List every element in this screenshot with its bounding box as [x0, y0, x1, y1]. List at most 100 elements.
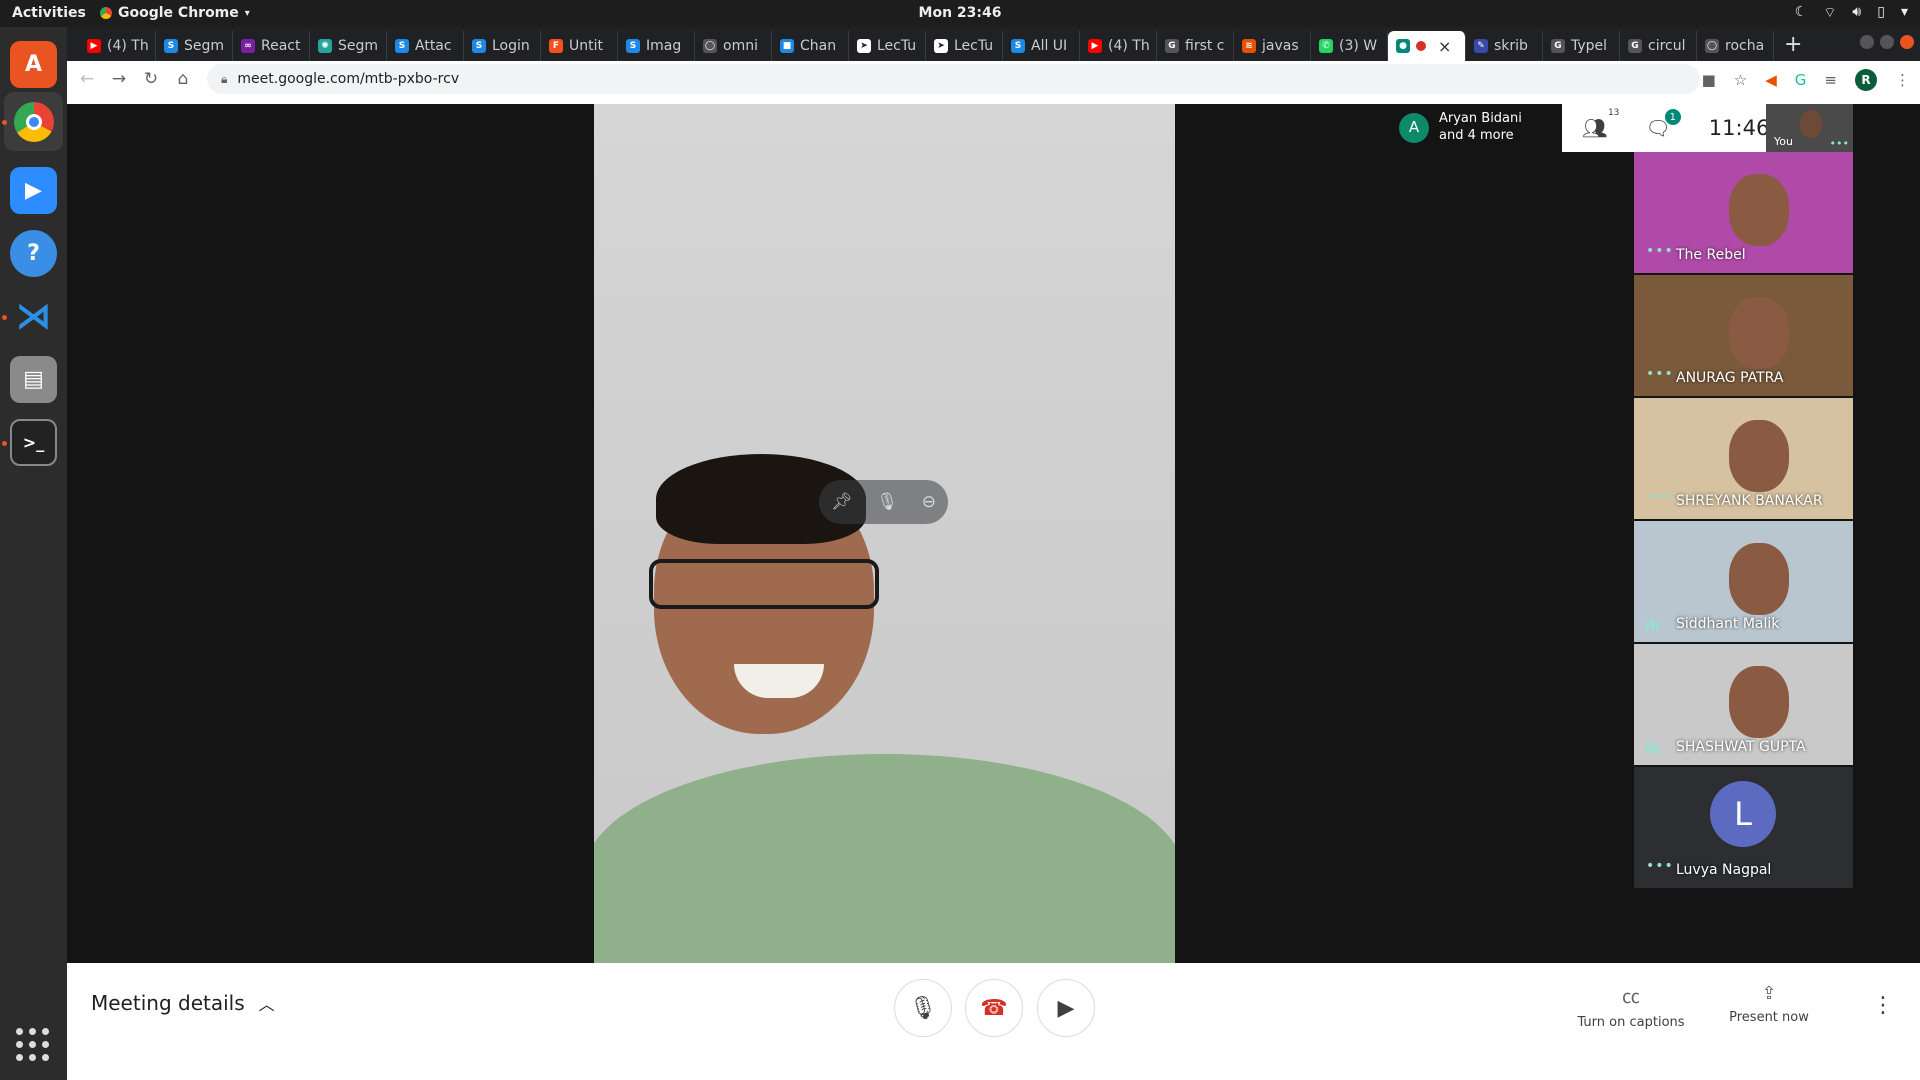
- mute-participant-icon[interactable]: 🎙︎: [876, 492, 898, 512]
- ubuntu-dock: A ▶ ? ⋊ ▤ >_: [0, 27, 67, 1080]
- microphone-button[interactable]: 🎙︎: [894, 979, 952, 1037]
- meeting-details-button[interactable]: Meeting details ︿: [91, 991, 275, 1015]
- presenter-info[interactable]: A Aryan Bidani and 4 more: [1389, 104, 1562, 152]
- self-more-icon[interactable]: •••: [1830, 137, 1849, 150]
- software-center-icon[interactable]: A: [10, 41, 57, 88]
- participant-tile[interactable]: ••• The Rebel: [1634, 152, 1853, 273]
- tab-title: rocha: [1725, 38, 1765, 54]
- tab-favicon-icon: ✺: [318, 39, 332, 53]
- chrome-dock-icon[interactable]: [4, 92, 63, 151]
- browser-tab[interactable]: ■ Chan: [772, 31, 849, 61]
- bookmark-star-icon[interactable]: ☆: [1734, 71, 1747, 89]
- browser-tab[interactable]: G Typel: [1543, 31, 1620, 61]
- tab-favicon-icon: G: [1165, 39, 1179, 53]
- participants-button[interactable]: 👥︎ 13: [1582, 108, 1619, 140]
- camera-button[interactable]: ▶: [1037, 979, 1095, 1037]
- browser-tab[interactable]: ➤ LecTu: [849, 31, 926, 61]
- browser-tab[interactable]: S Attac: [387, 31, 464, 61]
- close-tab-icon[interactable]: ×: [1438, 37, 1451, 56]
- browser-tab[interactable]: ➤ LecTu: [926, 31, 1003, 61]
- camera-icon: ▶: [1057, 995, 1075, 1021]
- self-view-tile[interactable]: You •••: [1766, 104, 1853, 152]
- chrome-logo-icon: [13, 101, 54, 142]
- browser-tab[interactable]: ▶ (4) Th: [1080, 31, 1157, 61]
- camera-in-use-icon[interactable]: ■: [1702, 71, 1716, 89]
- participant-tile[interactable]: ••• SHREYANK BANAKAR: [1634, 398, 1853, 519]
- leave-call-button[interactable]: ☎︎: [965, 979, 1023, 1037]
- tab-favicon-icon: ◯: [1705, 39, 1719, 53]
- participant-face: [1729, 297, 1789, 369]
- chrome-menu-icon[interactable]: ⋮: [1895, 71, 1910, 89]
- browser-tab[interactable]: ◯ omni: [695, 31, 772, 61]
- remove-participant-icon[interactable]: ⊖: [922, 492, 936, 512]
- browser-tab[interactable]: ✺ Segm: [310, 31, 387, 61]
- more-options-dots-icon[interactable]: •••: [1646, 858, 1674, 874]
- tab-favicon-icon: ✆: [1319, 39, 1333, 53]
- address-bar[interactable]: 🔒︎ meet.google.com/mtb-pxbo-rcv: [207, 64, 1700, 94]
- browser-tab[interactable]: S All UI: [1003, 31, 1080, 61]
- browser-tab[interactable]: S Login: [464, 31, 541, 61]
- clock[interactable]: Mon 23:46: [0, 5, 1920, 21]
- minimize-button[interactable]: [1860, 35, 1874, 49]
- chrome-running-indicator: [2, 120, 7, 125]
- chat-button[interactable]: 🗨︎ 1: [1645, 109, 1681, 140]
- browser-tab[interactable]: ✆ (3) W: [1311, 31, 1388, 61]
- extension-megaphone-icon[interactable]: ◀: [1765, 71, 1777, 89]
- present-label: Present now: [1729, 1010, 1809, 1025]
- speaker-shirt: [594, 754, 1175, 963]
- vscode-icon[interactable]: ⋊: [10, 293, 57, 340]
- tab-favicon-icon: ■: [780, 39, 794, 53]
- tab-title: Untit: [569, 38, 603, 54]
- self-label: You: [1774, 135, 1793, 148]
- tab-favicon-icon: ∞: [241, 39, 255, 53]
- browser-tab[interactable]: ✎ skrib: [1466, 31, 1543, 61]
- browser-tab[interactable]: ◯ rocha: [1697, 31, 1774, 61]
- new-tab-button[interactable]: +: [1784, 32, 1802, 57]
- browser-tab[interactable]: S Segm: [156, 31, 233, 61]
- participant-tile[interactable]: Siddhant Malik: [1634, 521, 1853, 642]
- browser-tab[interactable]: Gcircul: [1620, 31, 1697, 61]
- browser-tab[interactable]: Gfirst c: [1157, 31, 1234, 61]
- tab-active-meet[interactable]: ● ×: [1388, 31, 1466, 61]
- recording-indicator-icon: [1416, 41, 1426, 51]
- participant-face: [1729, 543, 1789, 615]
- present-now-button[interactable]: ⇪ Present now: [1719, 983, 1819, 1025]
- forward-button[interactable]: →: [103, 69, 135, 89]
- more-options-dots-icon[interactable]: •••: [1646, 489, 1674, 505]
- pin-icon[interactable]: 📌︎: [831, 492, 853, 512]
- participant-tile[interactable]: SHASHWAT GUPTA: [1634, 644, 1853, 765]
- more-options-dots-icon[interactable]: •••: [1646, 366, 1674, 382]
- night-light-icon: ☾: [1794, 4, 1808, 20]
- browser-tab[interactable]: ▶ (4) Th: [79, 31, 156, 61]
- present-icon: ⇪: [1761, 983, 1777, 1004]
- profile-avatar[interactable]: R: [1855, 69, 1877, 91]
- participant-tile[interactable]: L ••• Luvya Nagpal: [1634, 767, 1853, 888]
- browser-tab[interactable]: ≋ javas: [1234, 31, 1311, 61]
- back-button[interactable]: ←: [71, 69, 103, 89]
- show-applications-icon[interactable]: [16, 1028, 50, 1062]
- main-video-feed[interactable]: [594, 104, 1175, 963]
- tab-favicon-icon: ≋: [1242, 39, 1256, 53]
- more-options-icon[interactable]: ⋮: [1872, 993, 1894, 1018]
- maximize-button[interactable]: [1880, 35, 1894, 49]
- help-icon[interactable]: ?: [10, 230, 57, 277]
- tab-favicon-icon: G: [1628, 39, 1642, 53]
- browser-tab[interactable]: F Untit: [541, 31, 618, 61]
- tab-favicon-icon: ◯: [703, 39, 717, 53]
- reload-button[interactable]: ↻: [135, 69, 167, 89]
- more-options-dots-icon[interactable]: •••: [1646, 243, 1674, 259]
- file-cabinet-icon[interactable]: ▤: [10, 356, 57, 403]
- close-window-button[interactable]: [1900, 35, 1914, 49]
- participant-tile[interactable]: ••• ANURAG PATRA: [1634, 275, 1853, 396]
- browser-tab[interactable]: ∞ React: [233, 31, 310, 61]
- browser-tab[interactable]: S Imag: [618, 31, 695, 61]
- home-button[interactable]: ⌂: [167, 69, 199, 89]
- terminal-icon[interactable]: >_: [10, 419, 57, 466]
- grammarly-icon[interactable]: G: [1795, 71, 1807, 89]
- captions-button[interactable]: ㏄ Turn on captions: [1576, 983, 1686, 1030]
- zoom-icon[interactable]: ▶: [10, 167, 57, 214]
- media-controls-icon[interactable]: ≡: [1824, 71, 1837, 89]
- tab-title: Typel: [1571, 38, 1608, 54]
- hang-up-icon: ☎︎: [980, 995, 1008, 1021]
- system-tray[interactable]: ☾ ⌔ 🔊︎ ▯ ▾: [1795, 4, 1908, 22]
